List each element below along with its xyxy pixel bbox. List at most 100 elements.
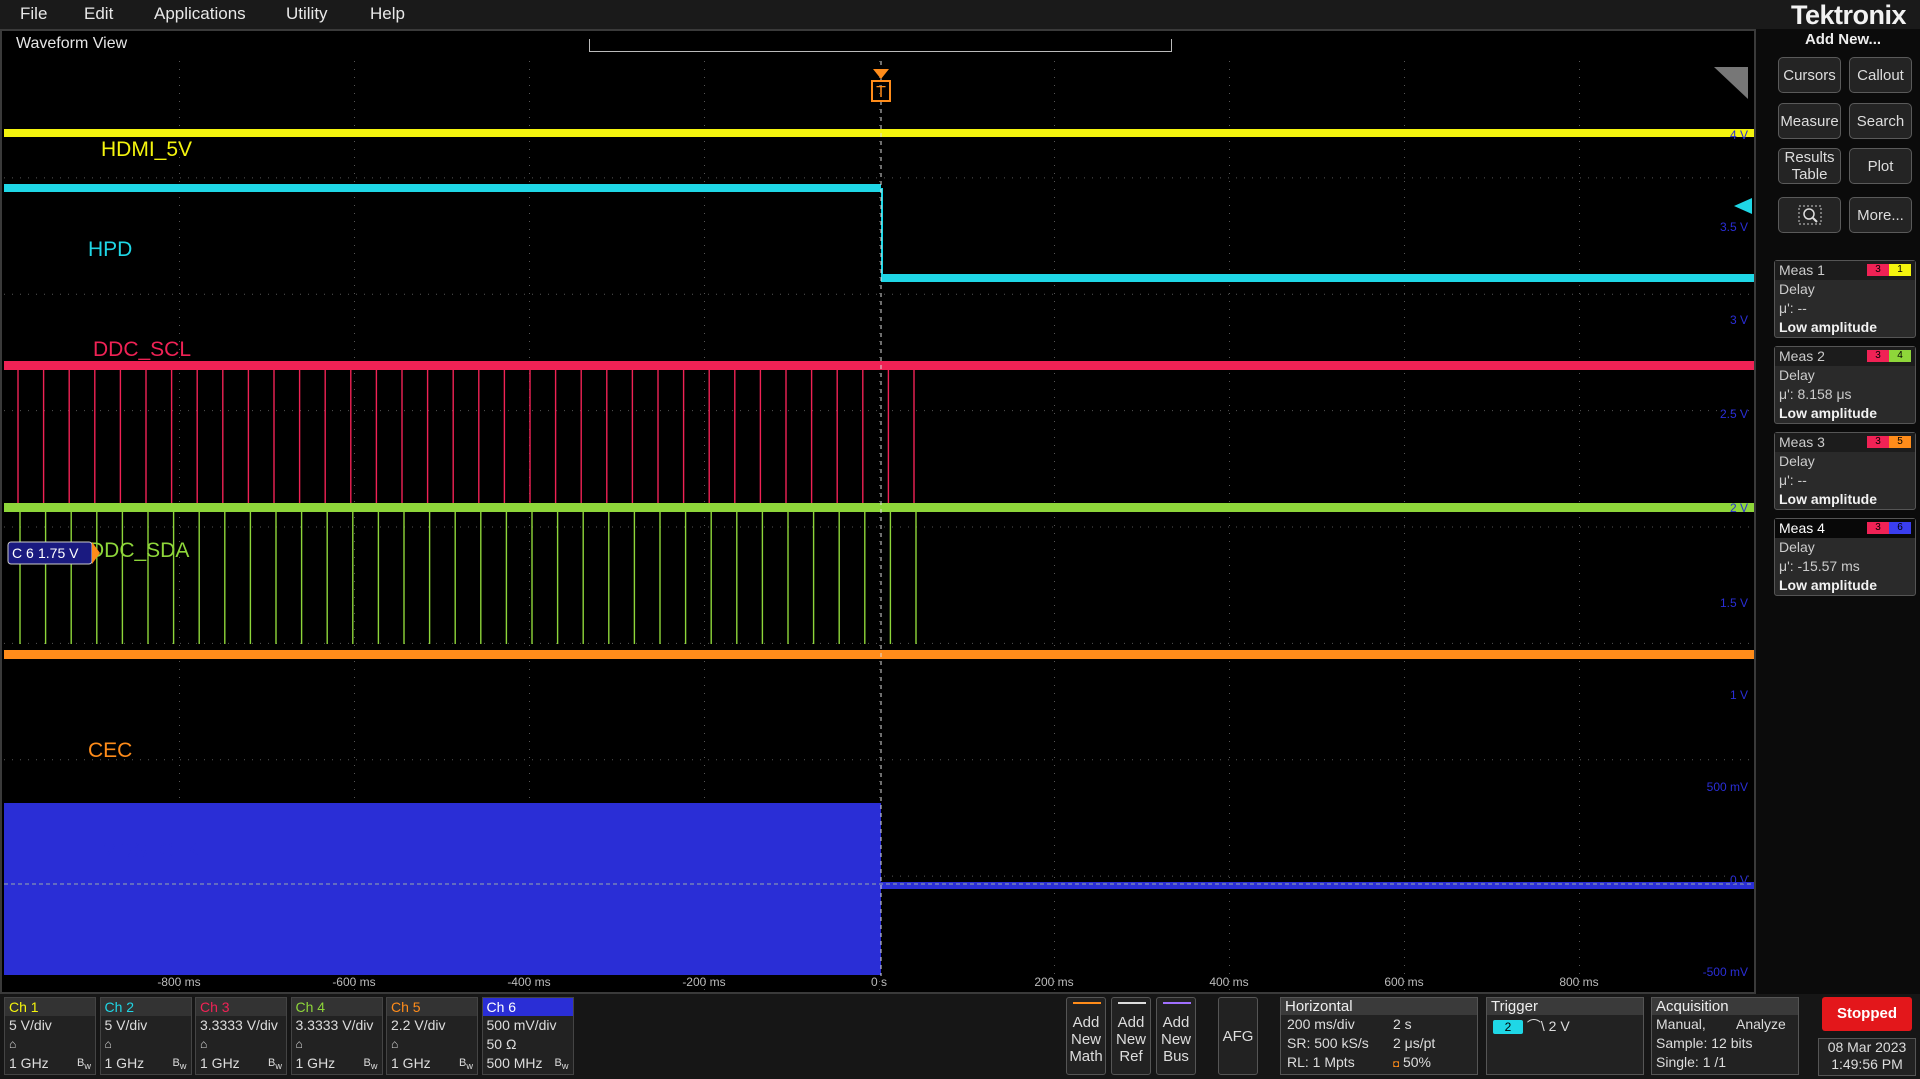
bandwidth-limit-icon: Bw (268, 1057, 282, 1072)
add-new-ref-button[interactable]: Add New Ref (1111, 997, 1151, 1075)
channel-badge-3[interactable]: Ch 3 3.3333 V/div ⌂ 1 GHz Bw (195, 997, 287, 1075)
rising-edge-icon: ⌒\ (1526, 1018, 1545, 1034)
y-tick-label: 4 V (1730, 128, 1748, 142)
horizontal-title: Horizontal (1281, 998, 1477, 1015)
menu-utility[interactable]: Utility (286, 4, 328, 24)
channel-name: Ch 1 (5, 998, 95, 1016)
acquisition-panel[interactable]: Acquisition Manual, Analyze Sample: 12 bi… (1651, 997, 1799, 1075)
meas-dest-chip: 4 (1889, 350, 1911, 362)
y-tick-label: 2.5 V (1720, 407, 1748, 421)
callout-button[interactable]: Callout (1849, 57, 1912, 93)
channel-label-ddc_scl: DDC_SCL (93, 338, 191, 361)
probe-icon: ⌂ (104, 1037, 112, 1051)
waveform-view[interactable]: Waveform View T HDMI_5V HPD DDC_SCL DDC_SDA C… (0, 29, 1756, 994)
channel-badge-5[interactable]: Ch 5 2.2 V/div ⌂ 1 GHz Bw (386, 997, 478, 1075)
meas-dest-chip: 5 (1889, 436, 1911, 448)
position-icon: ◘ (1393, 1059, 1400, 1070)
x-tick-label: -600 ms (332, 975, 375, 989)
view-corner-handle-icon[interactable] (1714, 67, 1748, 99)
meas-dest-chip: 6 (1889, 522, 1911, 534)
x-tick-label: -800 ms (157, 975, 200, 989)
channel-bandwidth: 1 GHz (295, 1055, 336, 1071)
add-new-bus-button[interactable]: Add New Bus (1156, 997, 1196, 1075)
add-new-math-button[interactable]: Add New Math (1066, 997, 1106, 1075)
search-button[interactable]: Search (1849, 103, 1912, 139)
channel-label-hdmi_5v: HDMI_5V (101, 138, 192, 161)
menu-file[interactable]: File (20, 4, 47, 24)
acquisition-title: Acquisition (1652, 998, 1798, 1015)
x-tick-label: -400 ms (507, 975, 550, 989)
settings-bar: Ch 1 5 V/div ⌂ 1 GHz Bw Ch 2 5 V/div ⌂ 1 G… (0, 994, 1920, 1079)
horizontal-panel[interactable]: Horizontal 200 ms/div 2 s SR: 500 kS/s 2 μ… (1280, 997, 1478, 1075)
measurement-badge[interactable]: Meas 3 35 Delay μ': -- Low amplitude (1774, 432, 1916, 510)
tmds-clk-idle (881, 882, 1754, 889)
channel-badge-4[interactable]: Ch 4 3.3333 V/div ⌂ 1 GHz Bw (290, 997, 383, 1075)
ch6-tag-channel: C 6 (12, 545, 34, 561)
zoom-button[interactable] (1778, 197, 1841, 233)
y-tick-label: 1 V (1730, 688, 1748, 702)
channel-name: Ch 4 (291, 998, 382, 1016)
acquisition-single: Single: 1 /1 (1656, 1054, 1727, 1070)
y-tick-label: -500 mV (1703, 965, 1748, 979)
measurement-badge[interactable]: Meas 1 31 Delay μ': -- Low amplitude (1774, 260, 1916, 338)
channel-scale: 3.3333 V/div (200, 1017, 278, 1033)
bandwidth-limit-icon: Bw (77, 1057, 91, 1072)
channel-bandwidth: 1 GHz (200, 1055, 240, 1071)
y-tick-label: 2 V (1730, 501, 1748, 515)
bandwidth-limit-icon: Bw (363, 1057, 378, 1072)
probe-icon: ⌂ (391, 1037, 399, 1051)
acquisition-sample: Sample: 12 bits (1656, 1035, 1753, 1051)
run-stop-status[interactable]: Stopped (1822, 997, 1912, 1031)
meas-title: Meas 3 (1779, 434, 1825, 450)
channel-name: Ch 3 (196, 998, 286, 1016)
channel-bandwidth: 500 MHz (486, 1055, 543, 1071)
ch2-offset-arrow-icon[interactable] (1734, 198, 1752, 214)
measure-button[interactable]: Measure (1778, 103, 1841, 139)
hdmi-5v-trace (4, 129, 1754, 137)
ddc-scl-trace (4, 361, 1754, 370)
channel-scale: 3.3333 V/div (295, 1017, 374, 1033)
record-timebar[interactable] (589, 39, 1172, 52)
trigger-marker-label: T (876, 84, 886, 101)
horizontal-position: 50% (1402, 1054, 1431, 1070)
ch6-offset-tag[interactable]: C 6 1.75 V (7, 541, 100, 565)
bandwidth-limit-icon: Bw (172, 1057, 187, 1072)
meas-source-chip: 3 (1867, 436, 1889, 448)
channel-impedance: 50 Ω (486, 1036, 517, 1052)
waveform-plot[interactable]: T HDMI_5V HPD DDC_SCL DDC_SDA CEC TMDS_CLK C 61… (4, 61, 1754, 992)
meas-dest-chip: 1 (1889, 264, 1911, 276)
measurement-badge[interactable]: Meas 4 36 Delay μ': -15.57 ms Low amplit… (1774, 518, 1916, 596)
acquisition-mode: Manual, (1656, 1016, 1706, 1032)
tektronix-logo: Tektronix (1790, 0, 1907, 30)
afg-button[interactable]: AFG (1218, 997, 1258, 1075)
x-tick-label: 600 ms (1384, 975, 1423, 989)
meas-note: Low amplitude (1779, 577, 1877, 593)
meas-source-chip: 3 (1867, 522, 1889, 534)
measurement-badge[interactable]: Meas 2 34 Delay μ': 8.158 μs Low amplitu… (1774, 346, 1916, 424)
channel-badge-6[interactable]: Ch 6 500 mV/div 50 Ω 500 MHz Bw (481, 997, 574, 1075)
more-button[interactable]: More... (1849, 197, 1912, 233)
datetime: 08 Mar 2023 1:49:56 PM (1818, 1038, 1916, 1076)
menu-applications[interactable]: Applications (154, 4, 246, 24)
add-new-heading: Add New... (1804, 31, 1882, 48)
menu-edit[interactable]: Edit (84, 4, 113, 24)
channel-badge-2[interactable]: Ch 2 5 V/div ⌂ 1 GHz Bw (99, 997, 192, 1075)
results-table-button[interactable]: Results Table (1778, 148, 1841, 184)
trigger-marker[interactable]: T (871, 69, 891, 102)
waveform-graticule: THDMI_5VHPDDDC_SCLDDC_SDACECTMDS_CLKC 61… (4, 61, 1754, 990)
menu-help[interactable]: Help (370, 4, 405, 24)
meas-note: Low amplitude (1779, 319, 1877, 335)
channel-label-tmds_clk: TMDS_CLK (88, 839, 200, 862)
trigger-level: 2 V (1548, 1018, 1570, 1034)
trigger-title: Trigger (1487, 998, 1643, 1015)
horizontal-duration: 2 s (1393, 1016, 1412, 1032)
channel-scale: 5 V/div (9, 1017, 52, 1033)
meas-title: Meas 2 (1779, 348, 1825, 364)
trigger-panel[interactable]: Trigger 2 ⌒\ 2 V (1486, 997, 1644, 1075)
y-tick-label: 500 mV (1707, 780, 1748, 794)
hpd-trace-low (881, 274, 1754, 282)
channel-badge-1[interactable]: Ch 1 5 V/div ⌂ 1 GHz Bw (4, 997, 96, 1075)
plot-button[interactable]: Plot (1849, 148, 1912, 184)
cursors-button[interactable]: Cursors (1778, 57, 1841, 93)
tmds-clk-burst (4, 803, 881, 975)
